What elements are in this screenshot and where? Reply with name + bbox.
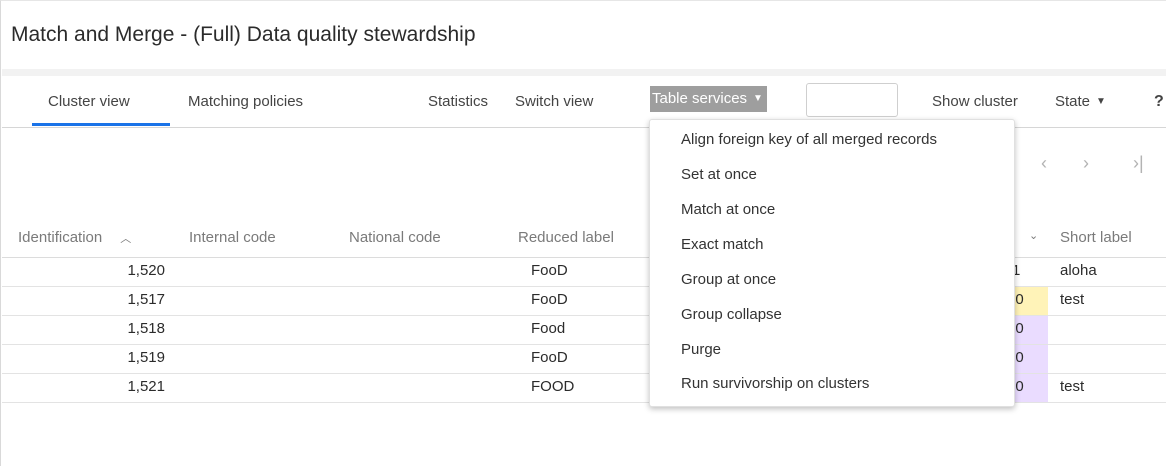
menu-item-match-at-once[interactable]: Match at once <box>681 201 775 218</box>
cell-identification: 1,520 <box>127 262 165 279</box>
caret-down-icon: ▼ <box>753 93 763 104</box>
column-header-internal-code[interactable]: Internal code <box>189 229 276 246</box>
cell-short-label: aloha <box>1060 262 1097 279</box>
table-services-dropdown[interactable]: Table services ▼ <box>650 86 767 112</box>
tab-matching-policies[interactable]: Matching policies <box>188 93 303 110</box>
next-page-icon[interactable]: › <box>1083 153 1089 174</box>
column-header-reduced-label[interactable]: Reduced label <box>518 229 614 246</box>
cell-reduced-label: Food <box>531 320 566 337</box>
chevron-up-icon: ︿ <box>120 233 132 245</box>
cell-short-label: test <box>1060 291 1085 308</box>
tab-cluster-view[interactable]: Cluster view <box>48 93 130 110</box>
cell-reduced-label: FooD <box>531 262 568 279</box>
window: Match and Merge - (Full) Data quality st… <box>0 0 1166 466</box>
menu-item-purge[interactable]: Purge <box>681 341 721 358</box>
page-title: Match and Merge - (Full) Data quality st… <box>11 23 476 46</box>
chevron-down-icon: ⌄ <box>1029 230 1039 242</box>
state-dropdown[interactable]: State ▼ <box>1055 93 1106 110</box>
menu-item-run-survivorship[interactable]: Run survivorship on clusters <box>681 375 869 392</box>
cell-reduced-label: FOOD <box>531 378 575 395</box>
show-cluster-button[interactable]: Show cluster <box>932 93 1018 110</box>
menu-item-align-foreign-key[interactable]: Align foreign key of all merged records <box>681 131 937 148</box>
active-tab-indicator <box>32 123 170 126</box>
cell-short-label: test <box>1060 378 1085 395</box>
cell-identification: 1,519 <box>127 349 165 366</box>
menu-item-exact-match[interactable]: Exact match <box>681 236 764 253</box>
help-icon[interactable]: ? <box>1154 93 1164 111</box>
table-services-label: Table services <box>652 90 748 107</box>
prev-page-icon[interactable]: ‹ <box>1041 153 1047 174</box>
cell-reduced-label: FooD <box>531 349 568 366</box>
menu-item-set-at-once[interactable]: Set at once <box>681 166 757 183</box>
cell-reduced-label: FooD <box>531 291 568 308</box>
column-header-identification-label: Identification <box>18 229 103 246</box>
cell-identification: 1,518 <box>127 320 165 337</box>
column-header-national-code[interactable]: National code <box>349 229 441 246</box>
cluster-input[interactable] <box>806 83 898 117</box>
cell-identification: 1,521 <box>127 378 165 395</box>
column-header-short-label[interactable]: Short label <box>1060 229 1132 246</box>
table-services-menu: Align foreign key of all merged records … <box>649 119 1015 407</box>
menu-item-group-collapse[interactable]: Group collapse <box>681 306 782 323</box>
cell-identification: 1,517 <box>127 291 165 308</box>
switch-view-button[interactable]: Switch view <box>515 93 593 110</box>
caret-down-icon: ▼ <box>1096 96 1106 107</box>
last-page-icon[interactable]: ›| <box>1133 153 1144 174</box>
statistics-button[interactable]: Statistics <box>428 93 488 110</box>
column-header-identification[interactable]: Identification ︿ <box>18 229 131 246</box>
menu-item-group-at-once[interactable]: Group at once <box>681 271 776 288</box>
state-label: State <box>1055 93 1091 110</box>
title-divider <box>2 69 1166 76</box>
